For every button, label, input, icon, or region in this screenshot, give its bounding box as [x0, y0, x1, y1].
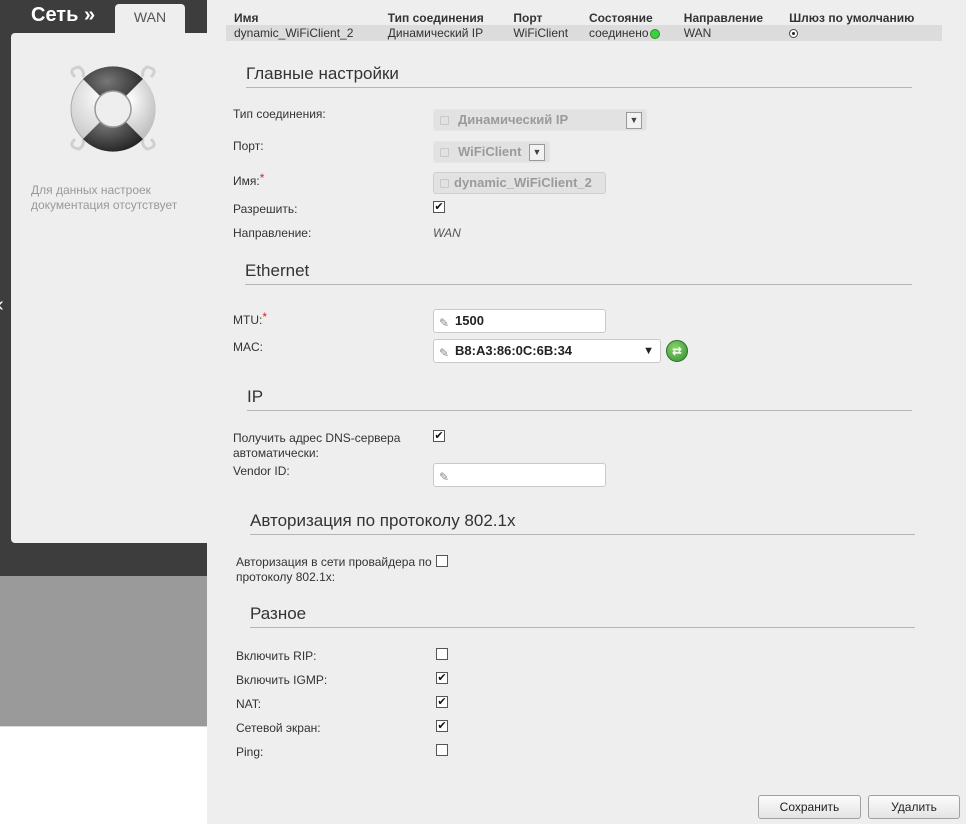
name-field: dynamic_WiFiClient_2: [433, 172, 606, 194]
mac-combobox[interactable]: ✎ B8:A3:86:0C:6B:34 ▼: [433, 339, 661, 363]
rip-checkbox[interactable]: [436, 648, 448, 660]
vendor-id-label: Vendor ID:: [233, 464, 290, 478]
connection-type-label: Тип соединения:: [233, 107, 326, 121]
firewall-checkbox[interactable]: ✔: [436, 720, 448, 732]
required-mark: *: [262, 310, 267, 324]
required-mark: *: [259, 171, 265, 185]
pencil-icon: ✎: [439, 346, 450, 360]
nat-label: NAT:: [236, 697, 262, 711]
enable-checkbox[interactable]: ✔: [433, 201, 445, 213]
cell-port: WiFiClient: [505, 25, 581, 41]
nat-checkbox[interactable]: ✔: [436, 696, 448, 708]
lock-icon: [440, 116, 449, 125]
dns-auto-label: Получить адрес DNS-сервера автоматически…: [233, 431, 401, 460]
pencil-icon: ✎: [439, 316, 450, 330]
col-header-direction: Направление: [683, 11, 764, 25]
direction-label: Направление:: [233, 226, 312, 240]
help-panel: Для данных настроек документация отсутст…: [11, 33, 211, 543]
lock-icon: [440, 179, 449, 188]
mtu-label: MTU:*: [233, 310, 267, 327]
cell-direction: WAN: [675, 25, 782, 41]
mac-value: B8:A3:86:0C:6B:34: [455, 343, 573, 358]
name-value: dynamic_WiFiClient_2: [454, 175, 592, 190]
collapse-chevron-icon[interactable]: ‹: [0, 294, 4, 317]
mtu-value: 1500: [455, 313, 484, 328]
status-ok-icon: [649, 28, 660, 39]
chevron-down-icon: ▼: [626, 112, 642, 129]
tab-wan[interactable]: WAN: [115, 4, 185, 33]
mac-label: MAC:: [233, 340, 263, 354]
connection-type-value: Динамический IP: [458, 112, 569, 127]
enable-label: Разрешить:: [233, 202, 298, 216]
col-header-gateway: Шлюз по умолчанию: [789, 11, 915, 25]
rip-label: Включить RIP:: [236, 649, 317, 663]
section-ip: IP: [247, 387, 912, 411]
section-title[interactable]: Сеть »: [31, 4, 95, 27]
chevron-down-icon[interactable]: ▼: [643, 340, 654, 362]
direction-value: WAN: [433, 226, 461, 240]
section-auth-8021x: Авторизация по протоколу 802.1x: [250, 511, 915, 535]
col-header-port: Порт: [513, 11, 543, 25]
port-select: WiFiClient ▼: [433, 141, 550, 163]
firewall-label: Сетевой экран:: [236, 721, 321, 735]
auth-8021x-checkbox[interactable]: [436, 555, 448, 567]
main-panel: Имя Тип соединения Порт Состояние Направ…: [207, 0, 966, 824]
cell-name: dynamic_WiFiClient_2: [226, 25, 380, 41]
vendor-id-input[interactable]: ✎: [433, 463, 606, 487]
cell-gateway: [781, 25, 942, 41]
auth-8021x-label: Авторизация в сети провайдера по протоко…: [236, 555, 432, 584]
port-value: WiFiClient: [458, 144, 522, 159]
table-header-row: Имя Тип соединения Порт Состояние Направ…: [226, 4, 942, 25]
connections-table: Имя Тип соединения Порт Состояние Направ…: [226, 4, 942, 41]
table-row[interactable]: dynamic_WiFiClient_2 Динамический IP WiF…: [226, 25, 942, 41]
refresh-mac-button[interactable]: ⇄: [666, 340, 688, 362]
ping-checkbox[interactable]: [436, 744, 448, 756]
cell-state: соединено: [581, 25, 676, 41]
col-header-state: Состояние: [589, 11, 653, 25]
chevron-down-icon: ▼: [529, 144, 545, 161]
section-main-settings: Главные настройки: [246, 64, 912, 88]
default-gateway-radio[interactable]: [789, 29, 799, 39]
state-text: соединено: [589, 26, 649, 40]
igmp-label: Включить IGMP:: [236, 673, 328, 687]
lifebuoy-icon: [70, 65, 156, 152]
pencil-icon: ✎: [439, 470, 450, 484]
cell-type: Динамический IP: [379, 25, 506, 41]
port-label: Порт:: [233, 139, 264, 153]
save-button[interactable]: Сохранить: [758, 795, 861, 819]
connection-type-select: Динамический IP ▼: [433, 109, 647, 131]
name-label: Имя:*: [233, 171, 265, 188]
lock-icon: [440, 148, 449, 157]
section-ethernet: Ethernet: [245, 261, 912, 285]
col-header-type: Тип соединения: [387, 11, 484, 25]
ping-label: Ping:: [236, 745, 264, 759]
section-misc: Разное: [250, 604, 915, 628]
dns-auto-checkbox[interactable]: ✔: [433, 430, 445, 442]
col-header-name: Имя: [234, 11, 259, 25]
mtu-input[interactable]: ✎ 1500: [433, 309, 606, 333]
help-text: Для данных настроек документация отсутст…: [31, 183, 178, 212]
delete-button[interactable]: Удалить: [868, 795, 960, 819]
igmp-checkbox[interactable]: ✔: [436, 672, 448, 684]
